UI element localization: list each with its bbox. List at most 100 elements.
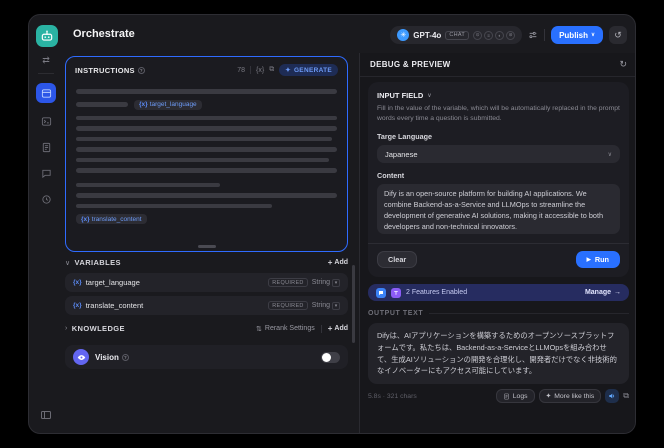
- target-language-select[interactable]: Japanese ∨: [377, 145, 620, 164]
- features-enabled-bar[interactable]: 2 Features Enabled Manage →: [368, 284, 629, 302]
- text-feature-icon: [391, 287, 401, 298]
- required-badge: REQUIRED: [268, 278, 308, 287]
- redacted-text-line: [76, 136, 332, 141]
- redacted-text-line: [76, 168, 337, 173]
- workflow-switch-icon[interactable]: ⇄: [29, 55, 63, 66]
- speaker-button[interactable]: [605, 389, 620, 404]
- input-field-description: Fill in the value of the variable, which…: [377, 105, 620, 123]
- features-enabled-label: 2 Features Enabled: [406, 289, 468, 297]
- instructions-tools: 78 {x} ⧉ ✦ GENERATE: [237, 64, 338, 76]
- redacted-text-line: [76, 203, 272, 208]
- run-button[interactable]: ▶ Run: [575, 251, 620, 269]
- model-selector[interactable]: ✳ GPT-4o CHAT ⊙ ≡ ◐ ⊘: [390, 26, 523, 44]
- variable-name: translate_content: [85, 301, 144, 310]
- sidebar-item-logs[interactable]: [36, 137, 56, 157]
- vision-label: Vision ?: [95, 353, 129, 362]
- debug-preview-panel: DEBUG & PREVIEW ↻ INPUT FIELD ∨ Fill in …: [359, 53, 635, 433]
- variable-type: String ▾: [312, 278, 340, 287]
- add-variable-button[interactable]: + Add: [328, 258, 348, 267]
- output-header-line: [429, 313, 629, 315]
- collapse-sidebar-icon[interactable]: [38, 407, 54, 423]
- panel-icon: [41, 411, 51, 419]
- variable-name: target_language: [85, 278, 140, 287]
- model-mode-badge: CHAT: [445, 30, 470, 40]
- vision-card: Vision ?: [65, 345, 348, 369]
- eye-icon: [73, 349, 89, 365]
- output-stats: 5.8s · 321 chars: [368, 392, 417, 400]
- variable-chip-target-language[interactable]: {x} target_language: [134, 99, 202, 110]
- capability-icon-4: ⊘: [506, 30, 516, 40]
- add-knowledge-button[interactable]: + Add: [328, 324, 348, 333]
- knowledge-divider: [320, 324, 322, 333]
- variable-type: String ▾: [312, 301, 340, 310]
- debug-preview-title: DEBUG & PREVIEW: [370, 60, 451, 69]
- plus-icon: +: [327, 258, 333, 267]
- generate-button[interactable]: ✦ GENERATE: [279, 64, 338, 76]
- card-divider: [368, 243, 629, 245]
- type-switch-icon[interactable]: ▾: [332, 301, 340, 310]
- plus-icon: +: [327, 324, 333, 333]
- openai-logo-icon: ✳: [397, 29, 410, 41]
- sidebar-item-api[interactable]: [36, 111, 56, 131]
- voice-feature-icon: [376, 287, 386, 298]
- output-text-title: OUTPUT TEXT: [368, 310, 424, 318]
- redacted-text-line: [76, 147, 337, 152]
- sparkle-icon: ✦: [285, 67, 291, 74]
- chevron-down-icon: ∨: [590, 32, 595, 38]
- variable-icon: {x}: [81, 215, 90, 223]
- prompt-editor[interactable]: {x} target_language {x} translate_conten…: [66, 79, 347, 224]
- model-params-icon[interactable]: [528, 30, 538, 40]
- chevron-down-icon: ∨: [607, 151, 612, 158]
- variable-chip-translate-content[interactable]: {x} translate_content: [76, 214, 147, 224]
- tools-divider: [250, 66, 252, 74]
- more-like-this-button[interactable]: ✦ More like this: [538, 389, 602, 404]
- sparkle-icon: ✦: [545, 393, 552, 401]
- document-icon: [42, 142, 50, 152]
- char-count: 78: [237, 66, 246, 74]
- app-window: ⇄ Orchestrate ✳ GPT-4o CHAT ⊙ ≡ ◐ ⊘ Publ…: [28, 14, 636, 434]
- info-icon: ?: [137, 66, 145, 74]
- required-badge: REQUIRED: [268, 301, 308, 310]
- knowledge-title: KNOWLEDGE: [71, 324, 125, 333]
- insert-variable-icon[interactable]: {x}: [256, 67, 264, 74]
- clear-button[interactable]: Clear: [377, 251, 418, 269]
- variables-header[interactable]: ∨ VARIABLES + Add: [65, 258, 348, 267]
- vision-toggle[interactable]: [321, 351, 340, 363]
- scrollbar-thumb[interactable]: [352, 265, 355, 343]
- capability-icon-1: ⊙: [473, 30, 483, 40]
- instructions-title: INSTRUCTIONS ?: [75, 65, 145, 75]
- input-field-header[interactable]: INPUT FIELD ∨: [377, 91, 620, 100]
- rerank-settings-button[interactable]: ⇅ Rerank Settings: [256, 325, 315, 333]
- chevron-down-icon: ∨: [65, 259, 71, 267]
- logs-button[interactable]: Logs: [495, 389, 535, 404]
- resize-handle[interactable]: [197, 245, 216, 248]
- content-textarea[interactable]: Dify is an open-source platform for buil…: [377, 184, 620, 235]
- redacted-text-line: [76, 193, 337, 198]
- clock-icon: [41, 194, 51, 204]
- variable-row-target-language[interactable]: {x} target_language REQUIRED String ▾: [65, 273, 348, 292]
- sidebar-item-monitoring[interactable]: [36, 189, 56, 209]
- redacted-text-line: [76, 182, 220, 187]
- publish-button[interactable]: Publish ∨: [551, 26, 603, 44]
- target-language-label: Targe Language: [377, 132, 432, 142]
- terminal-icon: [41, 116, 51, 126]
- copy-icon[interactable]: ⧉: [269, 66, 274, 74]
- sidebar-divider: [38, 73, 54, 74]
- redacted-text-line: [76, 102, 128, 107]
- variable-row-translate-content[interactable]: {x} translate_content REQUIRED String ▾: [65, 296, 348, 315]
- refresh-icon[interactable]: ↻: [619, 59, 627, 70]
- annotation-icon: [41, 169, 51, 178]
- manage-features-button[interactable]: Manage →: [585, 289, 621, 296]
- copy-output-button[interactable]: ⧉: [623, 391, 629, 401]
- instructions-panel[interactable]: INSTRUCTIONS ? 78 {x} ⧉ ✦ GENERATE {x} t…: [65, 56, 348, 252]
- knowledge-header[interactable]: › KNOWLEDGE ⇅ Rerank Settings + Add: [65, 324, 348, 333]
- history-button[interactable]: ↺: [609, 26, 627, 44]
- sidebar-item-orchestrate[interactable]: [36, 83, 56, 103]
- sidebar-item-annotation[interactable]: [36, 163, 56, 183]
- topbar-divider: [544, 29, 546, 41]
- redacted-text-line: [76, 89, 337, 94]
- app-logo[interactable]: [36, 25, 58, 47]
- rerank-icon: ⇅: [256, 325, 262, 333]
- type-switch-icon[interactable]: ▾: [332, 278, 340, 287]
- logs-icon: [503, 393, 509, 399]
